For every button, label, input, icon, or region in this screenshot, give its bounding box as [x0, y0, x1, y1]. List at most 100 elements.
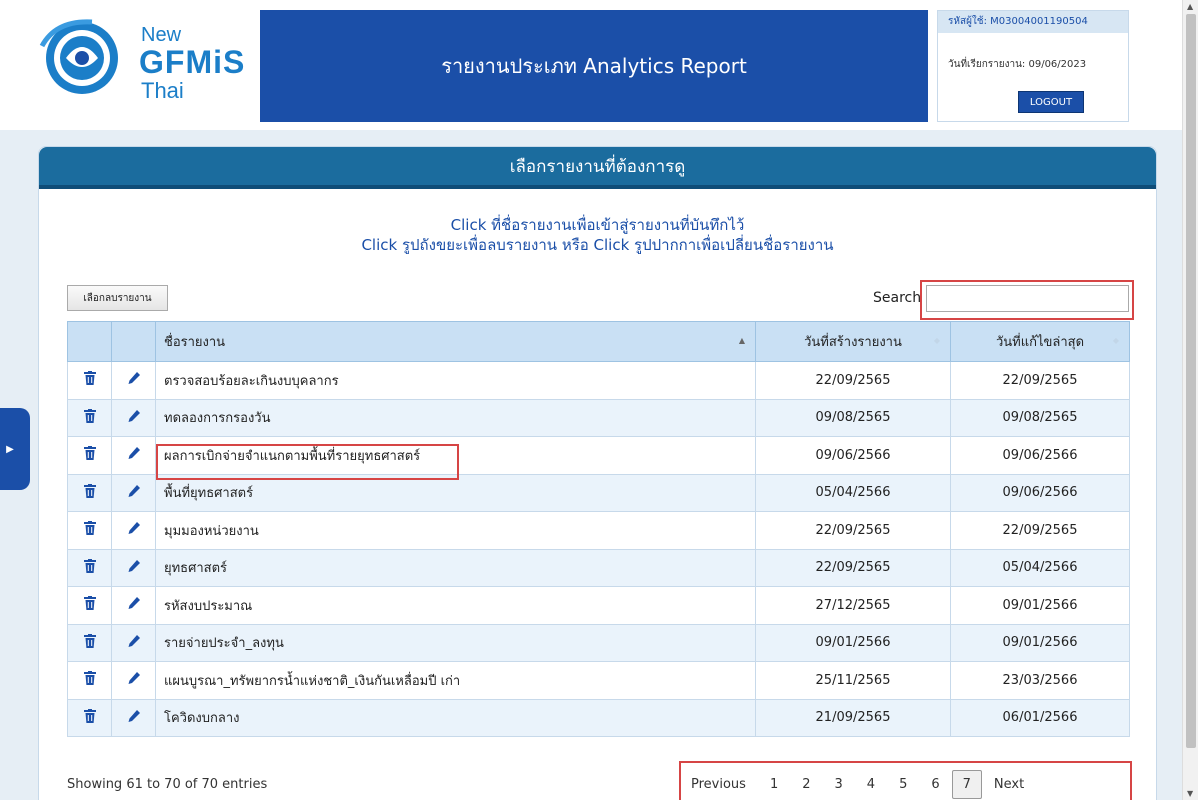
panel-title: เลือกรายงานที่ต้องการดู — [509, 156, 686, 177]
column-header-delete — [67, 321, 112, 362]
trash-icon[interactable] — [83, 558, 96, 573]
pagination: Previous 1 2 3 4 5 6 7 Next — [679, 767, 1036, 800]
delete-cell — [67, 511, 112, 550]
report-name-link[interactable]: แผนบูรณา_ทรัพยากรน้ำแห่งชาติ_เงินกันเหลื… — [155, 661, 756, 700]
page-button[interactable]: 5 — [887, 777, 919, 792]
trash-icon[interactable] — [83, 446, 96, 461]
modified-date: 06/01/2566 — [950, 698, 1130, 737]
user-info-box: รหัสผู้ใช้: M03004001190504 วันที่เรียกร… — [937, 10, 1129, 122]
modified-date: 22/09/2565 — [950, 511, 1130, 550]
delete-selected-button[interactable]: เลือกลบรายงาน — [67, 285, 168, 311]
sort-asc-icon: ▲ — [738, 336, 745, 345]
pencil-icon[interactable] — [127, 521, 141, 535]
modified-date: 05/04/2566 — [950, 548, 1130, 587]
pencil-icon[interactable] — [127, 409, 141, 423]
user-id: รหัสผู้ใช้: M03004001190504 — [938, 11, 1128, 33]
delete-cell — [67, 398, 112, 437]
sort-icon: ◆ — [933, 336, 940, 345]
column-header-edit — [111, 321, 156, 362]
trash-icon[interactable] — [83, 633, 96, 648]
column-header-created[interactable]: วันที่สร้างรายงาน ◆ — [755, 321, 951, 362]
delete-cell — [67, 586, 112, 625]
scrollbar-thumb[interactable] — [1186, 14, 1196, 748]
logout-button[interactable]: LOGOUT — [1018, 91, 1084, 113]
pencil-icon[interactable] — [127, 709, 141, 723]
edit-cell — [111, 698, 156, 737]
report-name-link[interactable]: รายจ่ายประจำ_ลงทุน — [155, 623, 756, 662]
report-name-link[interactable]: รหัสงบประมาณ — [155, 586, 756, 625]
created-date: 09/08/2565 — [755, 398, 951, 437]
column-header-report-name[interactable]: ชื่อรายงาน ▲ — [155, 321, 756, 362]
search-input[interactable] — [926, 285, 1129, 312]
edit-cell — [111, 473, 156, 512]
trash-icon[interactable] — [83, 408, 96, 423]
created-date: 09/01/2566 — [755, 623, 951, 662]
pencil-icon[interactable] — [127, 446, 141, 460]
page-button[interactable]: 2 — [790, 777, 822, 792]
edit-cell — [111, 661, 156, 700]
sidebar-toggle[interactable]: ▶ — [0, 408, 30, 490]
pencil-icon[interactable] — [127, 596, 141, 610]
created-date: 09/06/2566 — [755, 436, 951, 475]
delete-cell — [67, 361, 112, 400]
modified-date: 09/01/2566 — [950, 623, 1130, 662]
page-button[interactable]: 1 — [758, 777, 790, 792]
gfmis-emblem-icon — [39, 19, 118, 94]
entries-info: Showing 61 to 70 of 70 entries — [67, 777, 268, 792]
page-button[interactable]: 6 — [919, 777, 951, 792]
created-date: 25/11/2565 — [755, 661, 951, 700]
column-header-label: ชื่อรายงาน — [164, 335, 226, 350]
instructions: Click ที่ชื่อรายงานเพื่อเข้าสู่รายงานที่… — [39, 215, 1156, 255]
trash-icon[interactable] — [83, 708, 96, 723]
table-row: โควิดงบกลาง 21/09/2565 06/01/2566 — [67, 698, 1130, 737]
report-name-link[interactable]: ทดลองการกรองวัน — [155, 398, 756, 437]
table-row: รายจ่ายประจำ_ลงทุน 09/01/2566 09/01/2566 — [67, 623, 1130, 662]
page-button[interactable]: 4 — [855, 777, 887, 792]
table-header-row: ชื่อรายงาน ▲ วันที่สร้างรายงาน ◆ วันที่แ… — [67, 321, 1130, 362]
created-date: 22/09/2565 — [755, 548, 951, 587]
report-name-link[interactable]: พื้นที่ยุทธศาสตร์ — [155, 473, 756, 512]
edit-cell — [111, 548, 156, 587]
next-button[interactable]: Next — [982, 777, 1036, 792]
edit-cell — [111, 361, 156, 400]
report-name-link[interactable]: ผลการเบิกจ่ายจำแนกตามพื้นที่รายยุทธศาสตร… — [155, 436, 756, 475]
report-name-link[interactable]: ตรวจสอบร้อยละเกินงบบุคลากร — [155, 361, 756, 400]
trash-icon[interactable] — [83, 483, 96, 498]
table-row: รหัสงบประมาณ 27/12/2565 09/01/2566 — [67, 586, 1130, 625]
trash-icon[interactable] — [83, 596, 96, 611]
table-row: ยุทธศาสตร์ 22/09/2565 05/04/2566 — [67, 548, 1130, 587]
report-name-link[interactable]: โควิดงบกลาง — [155, 698, 756, 737]
trash-icon[interactable] — [83, 671, 96, 686]
search-label: Search — [873, 290, 922, 306]
pencil-icon[interactable] — [127, 371, 141, 385]
page-scrollbar[interactable]: ▲ ▼ — [1182, 0, 1198, 800]
trash-icon[interactable] — [83, 521, 96, 536]
instruction-line-1: Click ที่ชื่อรายงานเพื่อเข้าสู่รายงานที่… — [450, 216, 745, 234]
page-button-current[interactable]: 7 — [951, 769, 982, 799]
created-date: 22/09/2565 — [755, 361, 951, 400]
pencil-icon[interactable] — [127, 634, 141, 648]
column-header-modified[interactable]: วันที่แก้ไขล่าสุด ◆ — [950, 321, 1130, 362]
edit-cell — [111, 623, 156, 662]
page-button[interactable]: 3 — [823, 777, 855, 792]
scroll-up-icon[interactable]: ▲ — [1187, 2, 1193, 11]
modified-date: 09/01/2566 — [950, 586, 1130, 625]
reports-table: ชื่อรายงาน ▲ วันที่สร้างรายงาน ◆ วันที่แ… — [67, 321, 1130, 737]
table-row: ทดลองการกรองวัน 09/08/2565 09/08/2565 — [67, 398, 1130, 437]
table-row: ผลการเบิกจ่ายจำแนกตามพื้นที่รายยุทธศาสตร… — [67, 436, 1130, 475]
pencil-icon[interactable] — [127, 484, 141, 498]
trash-icon[interactable] — [83, 371, 96, 386]
scroll-down-icon[interactable]: ▼ — [1187, 789, 1193, 798]
delete-cell — [67, 661, 112, 700]
report-name-link[interactable]: ยุทธศาสตร์ — [155, 548, 756, 587]
delete-cell — [67, 473, 112, 512]
column-header-label: วันที่แก้ไขล่าสุด — [995, 335, 1085, 350]
pencil-icon[interactable] — [127, 671, 141, 685]
pencil-icon[interactable] — [127, 559, 141, 573]
previous-button[interactable]: Previous — [679, 777, 758, 792]
table-row: พื้นที่ยุทธศาสตร์ 05/04/2566 09/06/2566 — [67, 473, 1130, 512]
edit-cell — [111, 436, 156, 475]
report-date: วันที่เรียกรายงาน: 09/06/2023 — [948, 59, 1087, 70]
report-name-link[interactable]: มุมมองหน่วยงาน — [155, 511, 756, 550]
report-select-panel: เลือกรายงานที่ต้องการดู Click ที่ชื่อราย… — [38, 146, 1157, 800]
